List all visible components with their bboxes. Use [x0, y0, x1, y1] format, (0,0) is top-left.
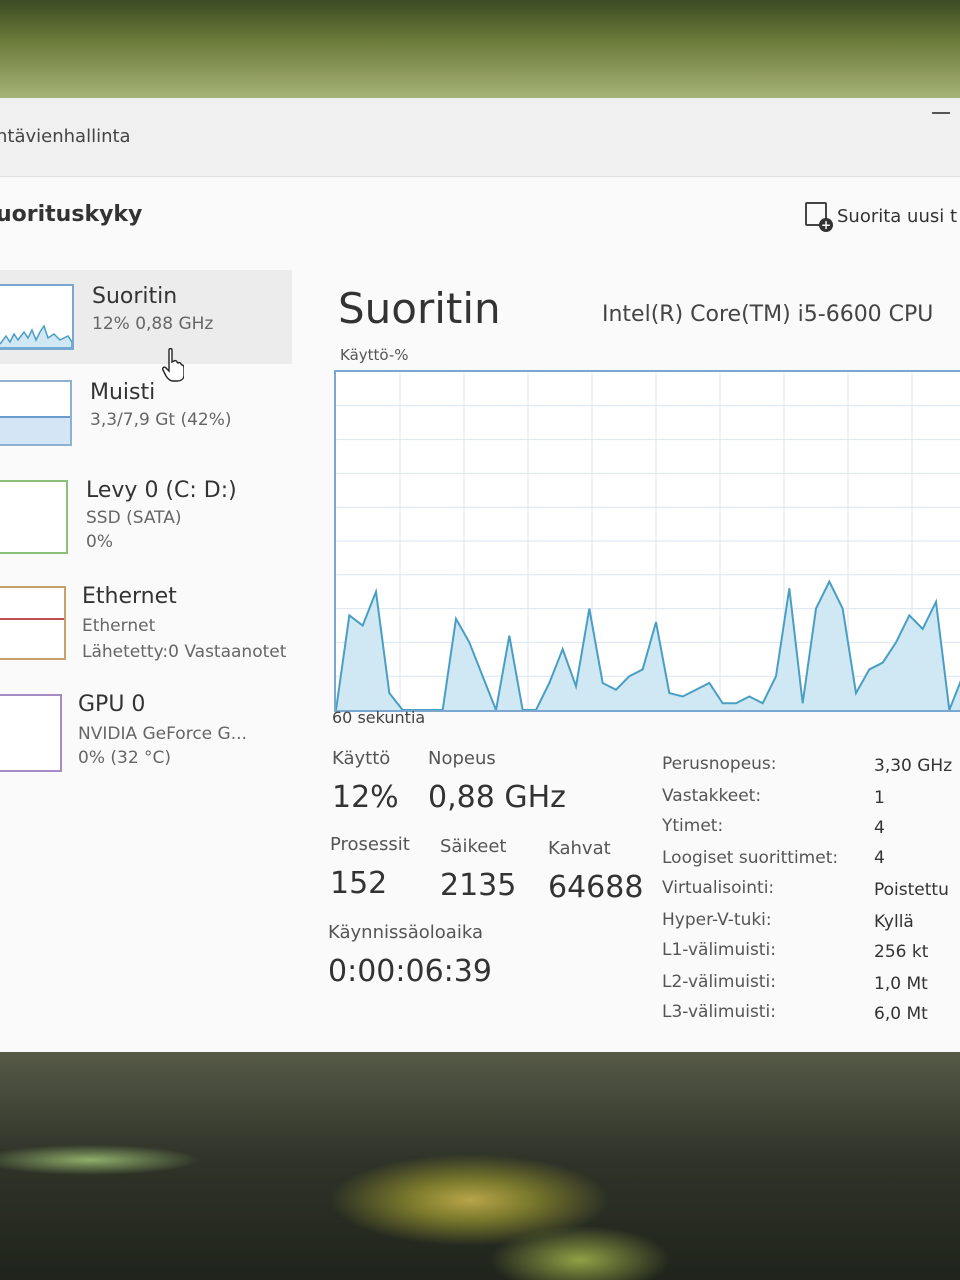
sidebar-item-label: Ethernet — [82, 584, 177, 609]
spec-value: Kyllä — [874, 912, 914, 932]
sidebar-item-memory[interactable]: Muisti 3,3/7,9 Gt (42%) — [0, 368, 292, 460]
sidebar-item-disk[interactable]: Levy 0 (C: D:) SSD (SATA) 0% — [0, 470, 292, 570]
spec-label: L2-välimuisti: — [662, 972, 776, 992]
speed-value: 0,88 GHz — [428, 780, 566, 815]
threads-label: Säikeet — [440, 836, 507, 857]
sidebar-item-detail: 3,3/7,9 Gt (42%) — [90, 410, 232, 430]
page-title: uorituskyky — [0, 202, 143, 227]
spec-label: Loogiset suorittimet: — [662, 848, 839, 868]
photo-background-bottom — [0, 1040, 960, 1280]
ethernet-thumbnail — [0, 586, 66, 660]
sidebar-item-value: 0% — [86, 532, 113, 552]
processes-label: Prosessit — [330, 834, 410, 855]
app-title: ntävienhallinta — [0, 126, 131, 147]
handles-label: Kahvat — [548, 838, 611, 859]
sidebar-item-detail: 12% 0,88 GHz — [92, 314, 214, 334]
sidebar-item-gpu[interactable]: GPU 0 NVIDIA GeForce G... 0% (32 °C) — [0, 686, 292, 786]
graph-y-label: Käyttö-% — [340, 346, 409, 364]
spec-value: 4 — [874, 848, 885, 868]
sidebar-item-label: Levy 0 (C: D:) — [86, 478, 237, 503]
memory-thumbnail-fill — [0, 415, 70, 444]
sidebar-item-label: Suoritin — [92, 284, 178, 309]
uptime-label: Käynnissäoloaika — [328, 922, 483, 943]
cpu-usage-area — [336, 581, 960, 710]
spec-label: L3-välimuisti: — [662, 1002, 776, 1022]
task-manager-window: ntävienhallinta uorituskyky Suorita uusi… — [0, 98, 960, 1052]
cpu-usage-chart — [336, 372, 960, 710]
spec-value: 256 kt — [874, 942, 929, 962]
spec-value: Poistettu — [874, 880, 949, 900]
ethernet-thumbnail-line — [0, 618, 64, 620]
gpu-thumbnail — [0, 694, 62, 772]
sidebar-item-cpu[interactable]: Suoritin 12% 0,88 GHz — [0, 270, 292, 364]
sidebar-item-detail: SSD (SATA) — [86, 508, 182, 528]
new-task-icon — [805, 202, 833, 232]
speed-label: Nopeus — [428, 748, 496, 769]
cpu-heading: Suoritin — [338, 284, 501, 333]
sidebar-item-value: 0% (32 °C) — [78, 748, 172, 768]
handles-value: 64688 — [548, 870, 644, 905]
sidebar-item-detail: Ethernet — [82, 616, 156, 636]
processes-value: 152 — [330, 866, 388, 901]
usage-label: Käyttö — [332, 748, 391, 769]
run-new-task-button[interactable]: Suorita uusi t — [805, 202, 958, 232]
hand-cursor-icon — [162, 348, 184, 382]
spec-value: 1 — [874, 788, 885, 808]
uptime-value: 0:00:06:39 — [328, 954, 492, 989]
run-new-task-label: Suorita uusi t — [837, 206, 958, 227]
usage-value: 12% — [332, 780, 399, 815]
spec-label: Ytimet: — [662, 816, 724, 836]
spec-label: L1-välimuisti: — [662, 940, 776, 960]
sidebar-item-label: Muisti — [90, 380, 156, 405]
spec-value: 4 — [874, 818, 885, 838]
sidebar-item-label: GPU 0 — [78, 692, 146, 717]
spec-value: 3,30 GHz — [874, 756, 953, 776]
memory-thumbnail — [0, 380, 72, 446]
photo-background-top — [0, 0, 960, 100]
minimize-button[interactable] — [932, 112, 950, 114]
sidebar-item-detail: NVIDIA GeForce G... — [78, 724, 247, 744]
graph-time-label: 60 sekuntia — [332, 708, 426, 727]
title-bar: ntävienhallinta — [0, 98, 960, 177]
cpu-model: Intel(R) Core(TM) i5-6600 CPU — [602, 302, 934, 327]
spec-label: Hyper-V-tuki: — [662, 910, 772, 930]
spec-value: 1,0 Mt — [874, 974, 928, 994]
threads-value: 2135 — [440, 868, 517, 903]
sidebar-item-value: Lähetetty:0 Vastaanotet — [82, 642, 287, 662]
cpu-usage-graph — [334, 370, 960, 712]
spec-label: Virtualisointi: — [662, 878, 775, 898]
disk-thumbnail — [0, 480, 68, 554]
spec-label: Vastakkeet: — [662, 786, 762, 806]
cpu-thumbnail — [0, 284, 74, 350]
spec-value: 6,0 Mt — [874, 1004, 928, 1024]
sidebar-item-ethernet[interactable]: Ethernet Ethernet Lähetetty:0 Vastaanote… — [0, 578, 292, 678]
cpu-thumbnail-graph — [0, 324, 72, 348]
spec-label: Perusnopeus: — [662, 754, 777, 774]
